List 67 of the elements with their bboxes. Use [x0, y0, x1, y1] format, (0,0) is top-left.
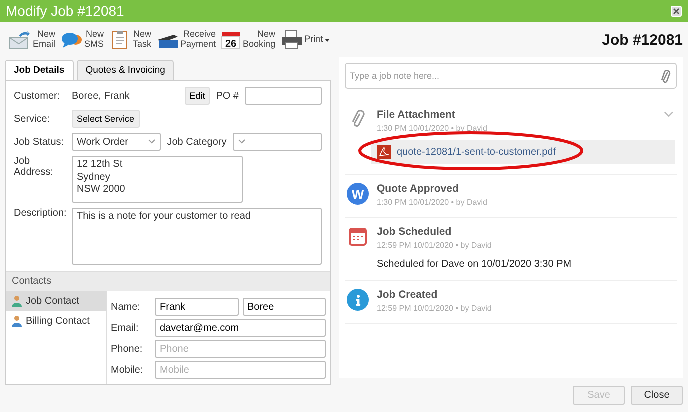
contact-item[interactable]: Billing Contact: [6, 311, 106, 331]
note-field[interactable]: Type a job note here...: [345, 63, 677, 89]
chevron-down-icon: [148, 139, 156, 145]
info-icon: [347, 289, 369, 311]
tab[interactable]: Quotes & Invoicing: [76, 60, 174, 81]
calendar-icon: [221, 30, 242, 50]
customer-name: Boree, Frank: [72, 90, 131, 102]
calendar-date: 26: [225, 39, 237, 50]
quote-letter-icon: W: [347, 183, 369, 205]
person-icon: [11, 315, 23, 327]
job-category-dropdown[interactable]: [232, 133, 322, 151]
envelope-icon: [9, 30, 31, 50]
field-label: Customer:: [14, 90, 62, 102]
field-label: Phone:: [111, 344, 144, 354]
caret-icon: [325, 38, 330, 42]
field-label: PO #: [216, 90, 239, 102]
event-title: Job Created: [377, 289, 438, 301]
name-field[interactable]: Boree: [242, 298, 326, 316]
event-title: Job Scheduled: [377, 226, 452, 238]
event-meta: 1:30 PM 10/01/2020 • by David: [377, 198, 488, 207]
field-label: Job Address:: [14, 156, 54, 178]
file-link[interactable]: quote-12081/1-sent-to-customer.pdf: [397, 146, 556, 158]
tab[interactable]: Job Details: [5, 60, 74, 81]
attachment-row[interactable]: quote-12081/1-sent-to-customer.pdf: [371, 140, 675, 164]
field-label: Name:: [111, 302, 142, 312]
window-title: Modify Job #12081: [6, 3, 124, 19]
select-service-button[interactable]: Select Service: [72, 110, 140, 128]
contact-item[interactable]: Job Contact: [6, 291, 106, 311]
paperclip-icon[interactable]: [661, 68, 671, 84]
field-label: Service:: [14, 114, 52, 124]
chat-bubbles-icon: [60, 30, 82, 50]
name-field[interactable]: Frank: [155, 298, 238, 316]
field-label: Job Category: [167, 136, 227, 148]
address-field[interactable]: 12 12th St Sydney NSW 2000: [72, 156, 243, 203]
event-meta: 12:59 PM 10/01/2020 • by David: [377, 304, 493, 313]
toolbar-button[interactable]: 26 New Booking: [221, 30, 276, 50]
event-meta: 12:59 PM 10/01/2020 • by David: [377, 241, 493, 250]
event-detail: Scheduled for Dave on 10/01/2020 3:30 PM: [377, 259, 573, 270]
field-label: Description:: [14, 208, 66, 219]
event-title: File Attachment: [377, 109, 456, 121]
toolbar-button[interactable]: New SMS: [60, 30, 104, 50]
paperclip-icon: [351, 109, 365, 129]
field-label: Email:: [111, 322, 140, 334]
description-field[interactable]: This is a note for your customer to read: [72, 208, 322, 265]
job-status-dropdown[interactable]: Work Order: [72, 133, 162, 151]
printer-icon: [280, 30, 303, 50]
toolbar-button[interactable]: Receive Payment: [156, 30, 216, 50]
chevron-down-icon: [238, 139, 246, 145]
calendar-icon: [347, 226, 369, 248]
chevron-icon[interactable]: [663, 111, 675, 119]
contacts-header: Contacts: [6, 271, 330, 291]
contact-field[interactable]: Phone: [155, 340, 326, 358]
person-icon: [11, 295, 23, 307]
field-label: Mobile:: [111, 364, 144, 376]
po-field[interactable]: [245, 87, 322, 105]
field-label: Job Status:: [14, 136, 66, 148]
job-heading: Job #12081: [602, 32, 683, 49]
event-title: Quote Approved: [377, 183, 459, 195]
contact-field[interactable]: davetar@me.com: [155, 319, 326, 337]
close-icon[interactable]: [671, 6, 682, 16]
toolbar-button[interactable]: New Email: [9, 30, 56, 50]
contact-field[interactable]: Mobile: [155, 361, 326, 379]
footer-button[interactable]: Close: [631, 386, 683, 404]
edit-button[interactable]: Edit: [184, 87, 210, 105]
toolbar-button[interactable]: New Task: [109, 30, 152, 50]
pdf-icon: [377, 145, 391, 159]
toolbar-button[interactable]: Print: [280, 30, 330, 50]
